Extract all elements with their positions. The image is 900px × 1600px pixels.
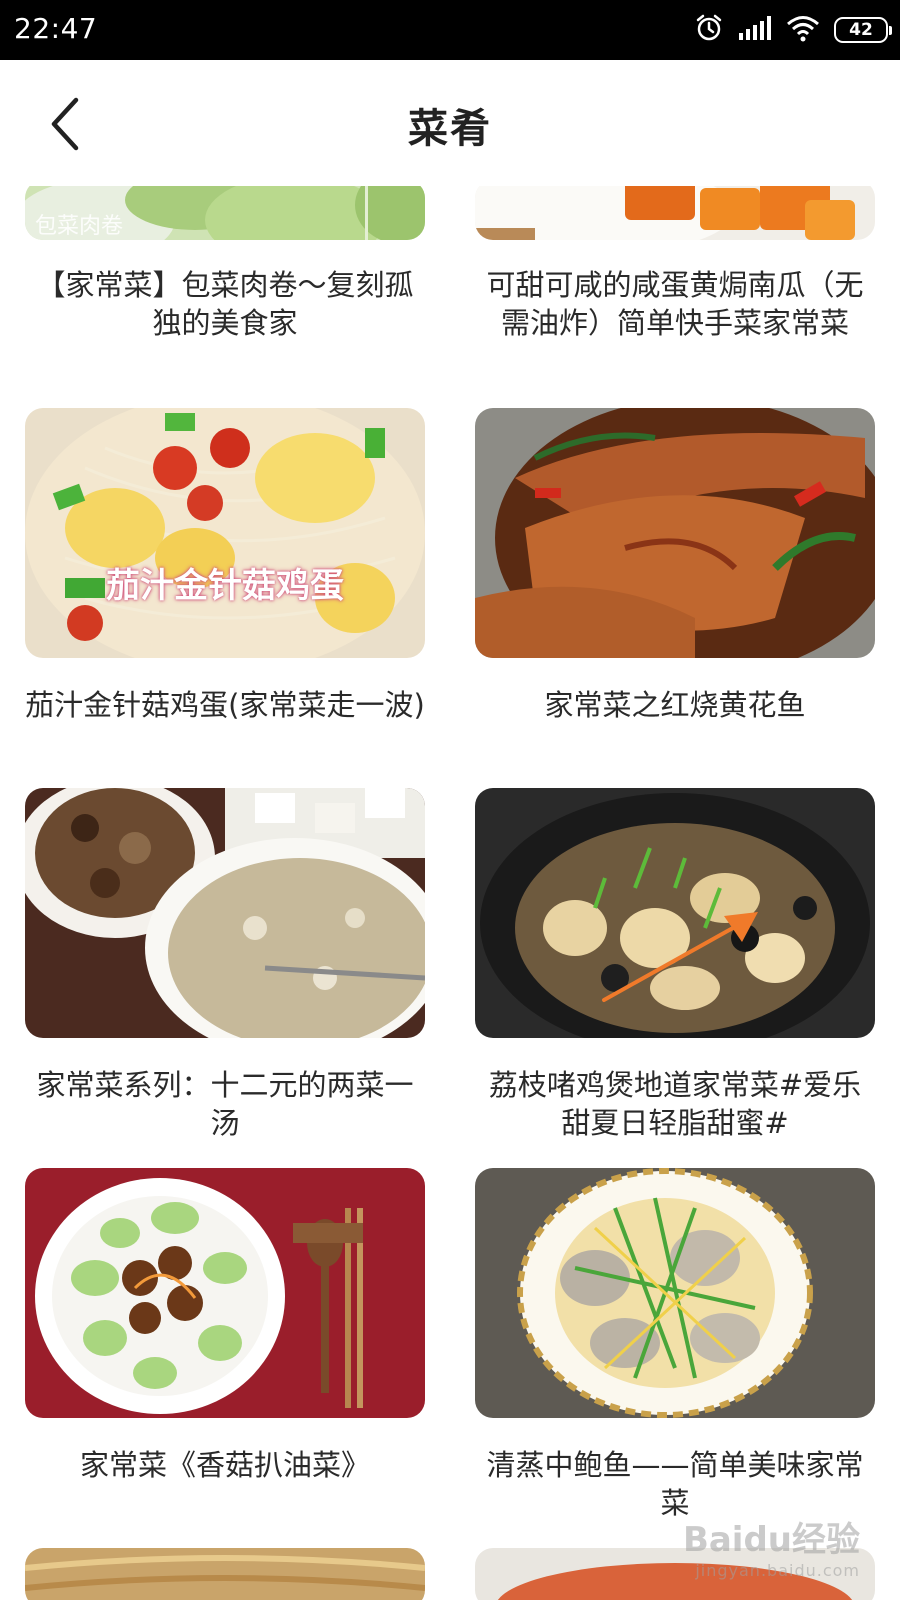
page-title: 菜肴 [408,106,492,152]
recipe-image: 包菜肉卷 [25,186,425,240]
recipe-title: 茄汁金针菇鸡蛋(家常菜走一波) [25,688,425,722]
recipe-title: 家常菜系列：十二元的两菜一汤 [36,1068,414,1140]
battery-level: 42 [849,20,873,40]
status-icons: 42 [694,13,892,47]
battery-icon: 42 [834,17,892,43]
recipe-title: 【家常菜】包菜肉卷～复刻孤独的美食家 [36,268,414,340]
recipe-title: 清蒸中鲍鱼——简单美味家常菜 [486,1448,864,1520]
app-header: 菜肴 [0,60,900,186]
image-overlay-text: 茄汁金针菇鸡蛋 [106,566,344,606]
recipe-image [25,788,425,1038]
recipe-title: 荔枝啫鸡煲地道家常菜#爱乐甜夏日轻脂甜蜜# [488,1068,862,1140]
wifi-icon [786,14,820,46]
recipe-title: 可甜可咸的咸蛋黄焗南瓜（无需油炸）简单快手菜家常菜 [486,268,864,340]
recipe-image [25,1168,425,1418]
recipe-image [25,1548,425,1600]
recipe-title: 家常菜《香菇扒油菜》 [79,1448,370,1482]
image-overlay-text: 包菜肉卷 [35,214,124,239]
watermark: Baidu经验 jingyan.baidu.com [683,1512,860,1580]
signal-icon [738,15,772,45]
recipe-image [475,408,875,658]
status-time: 22:47 [14,12,98,45]
alarm-icon [694,13,724,47]
watermark-url: jingyan.baidu.com [695,1561,860,1580]
annotation-arrow [602,912,758,1002]
recipe-image: 茄汁金针菇鸡蛋 [25,408,425,658]
recipe-image [475,1168,875,1418]
recipe-title: 家常菜之红烧黄花鱼 [544,688,806,722]
recipe-grid[interactable]: 包菜肉卷 【家常菜】包菜肉卷～复刻孤独的美食家 可甜可咸的咸蛋黄焗南瓜（无需油炸… [0,186,900,1600]
recipe-image [475,186,875,240]
status-bar: 22:47 42 [0,0,900,60]
watermark-brand: Baidu经验 [682,1520,860,1560]
